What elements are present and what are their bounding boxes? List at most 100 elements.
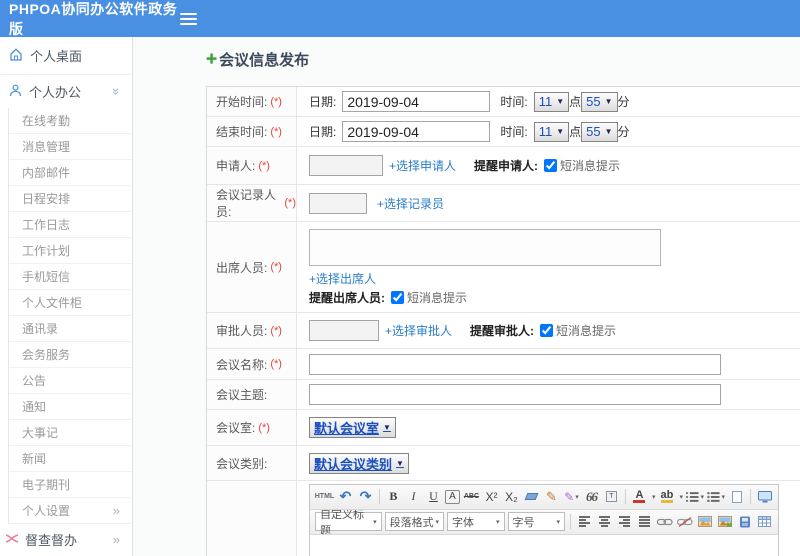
end-minute-select[interactable]: 55 ▼ [581, 121, 618, 142]
new-page-icon [731, 490, 742, 503]
align-center-button[interactable] [596, 513, 613, 531]
start-hour-select[interactable]: 11 ▼ [533, 91, 570, 112]
align-right-button[interactable] [616, 513, 633, 531]
sidebar-item-meeting-services[interactable]: 会务服务 [9, 342, 132, 368]
minute-suffix: 分 [617, 95, 630, 109]
meeting-room-select[interactable]: 默认会议室 ▼ [309, 417, 396, 438]
applicant-sms-checkbox[interactable] [544, 159, 558, 172]
align-left-button[interactable] [576, 513, 593, 531]
insert-media-button[interactable] [736, 513, 753, 531]
choose-attendees-link[interactable]: +选择出席人 [309, 270, 376, 287]
format-brush-button[interactable]: ✎ [543, 488, 560, 506]
sidebar-item-message-management[interactable]: 消息管理 [9, 134, 132, 160]
font-size-select[interactable]: 字号 ▾ [507, 512, 566, 531]
sidebar-item-mobile-sms[interactable]: 手机短信 [9, 264, 132, 290]
strikethrough-button[interactable]: ABC [463, 488, 480, 506]
dropdown-arrow-icon: ▼ [604, 127, 613, 136]
sidebar-item-personal-office[interactable]: 个人办公 » [0, 75, 132, 108]
start-date-input[interactable] [342, 91, 491, 112]
choose-applicant-link[interactable]: +选择申请人 [389, 157, 456, 174]
applicant-input[interactable] [309, 155, 383, 176]
sidebar-item-memorabilia[interactable]: 大事记 [9, 420, 132, 446]
attendees-textarea[interactable] [309, 229, 661, 266]
unordered-list-button[interactable]: ▾ [707, 488, 725, 506]
sidebar-item-news[interactable]: 新闻 [9, 446, 132, 472]
meeting-name-input[interactable] [309, 353, 721, 375]
editor-toolbar-row2: 自定义标题 ▾ 段落格式 ▾ 字体 ▾ 字号 ▾ [310, 509, 778, 535]
paragraph-format-select[interactable]: 段落格式 ▾ [384, 512, 444, 531]
attendees-sms-checkbox[interactable] [391, 291, 404, 304]
start-minute-select[interactable]: 55 ▼ [581, 91, 618, 112]
auto-typeset-button[interactable]: ✎ ▾ [563, 488, 580, 506]
font-color-button[interactable]: A [631, 488, 648, 506]
html-source-button[interactable]: HTML [315, 488, 334, 506]
subscript-button[interactable]: X₂ [503, 488, 520, 506]
meeting-form: 开始时间:(*) 日期: 时间: 11▼ 点 55▼ 分 结束时间:(*) 日期… [206, 86, 800, 556]
sidebar-item-personal-file-cabinet[interactable]: 个人文件柜 [9, 290, 132, 316]
bold-button[interactable]: B [385, 488, 402, 506]
font-family-select[interactable]: 字体 ▾ [446, 512, 505, 531]
highlight-color-button[interactable]: ab [658, 488, 675, 506]
superscript-button[interactable]: X² [483, 488, 500, 506]
remove-link-button[interactable] [676, 513, 693, 531]
insert-link-button[interactable] [656, 513, 673, 531]
hamburger-menu-icon[interactable] [180, 12, 197, 25]
meeting-subject-label: 会议主题: [216, 388, 268, 402]
sidebar-item-personal-settings[interactable]: 个人设置» [9, 498, 132, 524]
sidebar-item-e-journal[interactable]: 电子期刊 [9, 472, 132, 498]
undo-button[interactable]: ↶ [337, 488, 354, 506]
blockquote-button[interactable]: 66 [583, 488, 600, 506]
sidebar-item-internal-mail[interactable]: 内部邮件 [9, 160, 132, 186]
insert-image-button[interactable] [696, 513, 713, 531]
sidebar-item-online-attendance[interactable]: 在线考勤 [9, 108, 132, 134]
sidebar-item-personal-desktop[interactable]: 个人桌面 [0, 37, 132, 75]
align-justify-button[interactable] [636, 513, 653, 531]
italic-button[interactable]: I [405, 488, 422, 506]
dropdown-arrow-icon[interactable]: ▾ [679, 493, 683, 501]
sidebar-item-supervision[interactable]: 督查督办 » [0, 524, 132, 554]
underline-button[interactable]: U [425, 488, 442, 506]
approver-sms-checkbox[interactable] [540, 324, 554, 337]
ordered-list-button[interactable]: ▾ [685, 488, 704, 506]
dropdown-arrow-icon: ▾ [495, 518, 500, 526]
toolbar-separator [624, 489, 626, 504]
choose-approver-link[interactable]: +选择审批人 [385, 322, 452, 339]
insert-table-button[interactable] [756, 513, 773, 531]
paste-button[interactable]: T [603, 488, 620, 506]
form-row-start-time: 开始时间:(*) 日期: 时间: 11▼ 点 55▼ 分 [207, 87, 800, 117]
approver-input[interactable] [309, 320, 379, 341]
meeting-subject-input[interactable] [309, 384, 721, 405]
font-style-button[interactable]: A [444, 489, 460, 504]
fullscreen-button[interactable] [756, 488, 773, 506]
end-hour-select[interactable]: 11 ▼ [533, 121, 570, 142]
eraser-button[interactable] [523, 488, 540, 506]
end-date-input[interactable] [342, 121, 491, 142]
toolbar-separator [750, 489, 751, 504]
form-row-meeting-category: 会议类别: 默认会议类别 ▼ [207, 446, 800, 481]
choose-recorder-link[interactable]: +选择记录员 [377, 195, 444, 212]
sms-hint-label: 短消息提示 [556, 324, 617, 338]
dropdown-arrow-icon[interactable]: ▾ [652, 493, 656, 501]
recorder-input[interactable] [309, 192, 367, 214]
form-row-meeting-room: 会议室: (*) 默认会议室 ▼ [207, 410, 800, 446]
color-bar [633, 499, 646, 503]
redo-button[interactable]: ↷ [357, 488, 374, 506]
remind-applicant-label: 提醒申请人: [474, 159, 539, 173]
form-row-recorder: 会议记录人员: (*) +选择记录员 [207, 185, 800, 222]
recorder-label: 会议记录人员: [216, 188, 277, 219]
sidebar-item-contacts[interactable]: 通讯录 [9, 316, 132, 342]
required-mark: (*) [258, 421, 270, 434]
upload-image-button[interactable] [716, 513, 733, 531]
required-mark: (*) [258, 159, 270, 172]
editor-toolbar-row1: HTML ↶ ↷ B I U A ABC X² X₂ ✎ ✎ ▾ 66 T A … [310, 484, 778, 510]
sidebar-item-announcements[interactable]: 公告 [9, 368, 132, 394]
sidebar-item-notices[interactable]: 通知 [9, 394, 132, 420]
form-row-editor: HTML ↶ ↷ B I U A ABC X² X₂ ✎ ✎ ▾ 66 T A … [207, 481, 800, 556]
editor-content-area[interactable] [310, 534, 778, 556]
sidebar-item-work-log[interactable]: 工作日志 [9, 212, 132, 238]
sidebar-item-schedule[interactable]: 日程安排 [9, 186, 132, 212]
meeting-category-select[interactable]: 默认会议类别 ▼ [309, 452, 409, 474]
sidebar-item-work-plan[interactable]: 工作计划 [9, 238, 132, 264]
heading-select[interactable]: 自定义标题 ▾ [315, 510, 382, 534]
new-page-button[interactable] [728, 488, 745, 506]
